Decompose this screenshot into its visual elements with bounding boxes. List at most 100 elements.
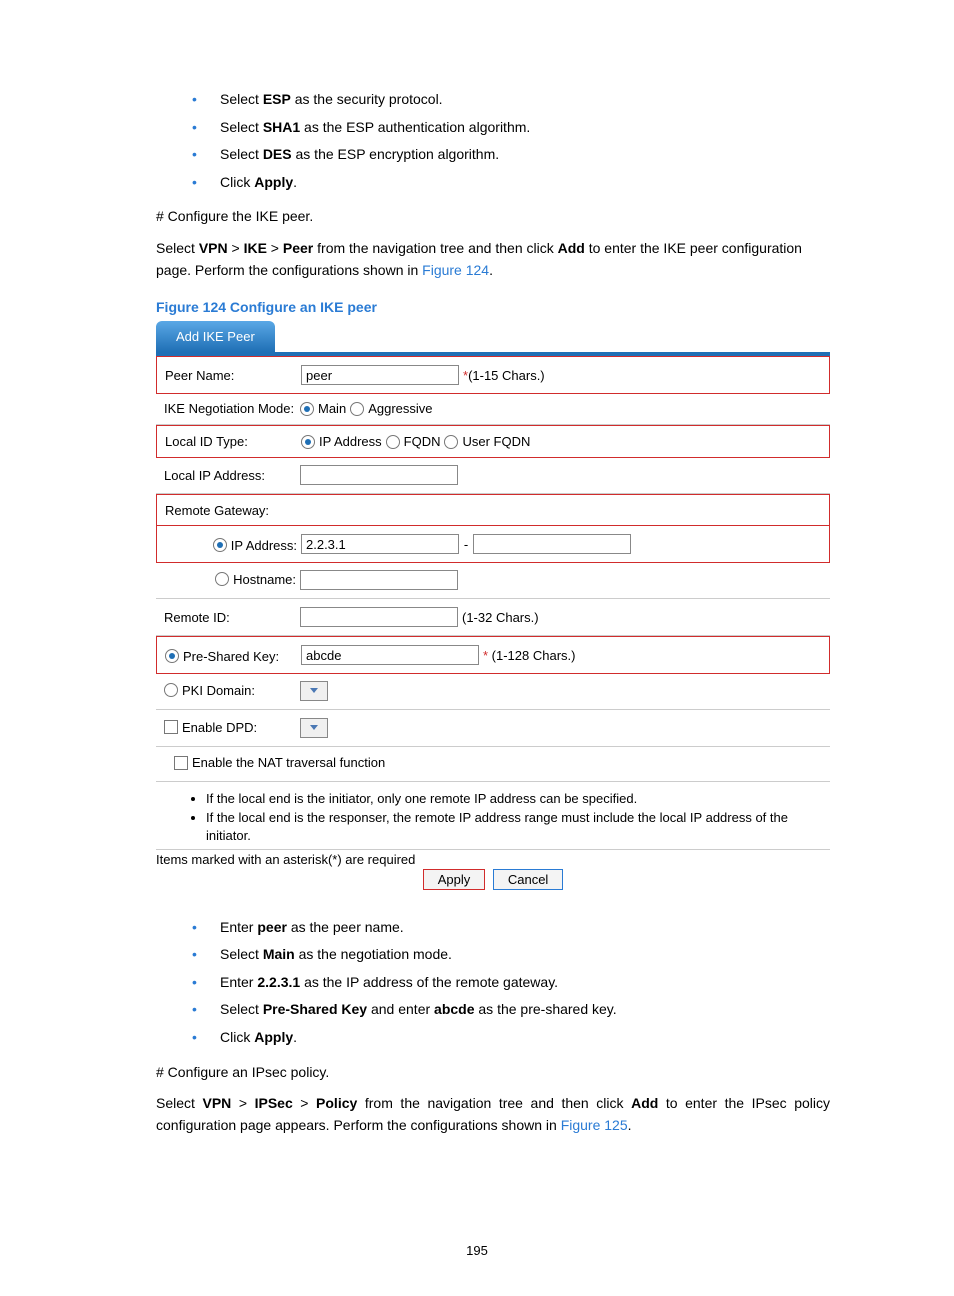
bold: Add [631, 1095, 658, 1111]
remote-id-row: Remote ID: (1-32 Chars.) [156, 599, 830, 636]
pre-shared-key-input[interactable] [301, 645, 479, 665]
page-number: 195 [0, 1243, 954, 1258]
pre-shared-key-row: Pre-Shared Key: * (1-128 Chars.) [156, 636, 830, 674]
configure-ike-peer-heading: # Configure the IKE peer. [156, 206, 830, 228]
text: as the pre-shared key. [475, 1001, 617, 1017]
cancel-button[interactable]: Cancel [493, 869, 563, 890]
remote-gateway-header-row: Remote Gateway: [156, 494, 830, 526]
peer-name-row: Peer Name: *(1-15 Chars.) [156, 356, 830, 394]
list-item: Select Pre-Shared Key and enter abcde as… [192, 1000, 830, 1020]
radio-label: Aggressive [368, 401, 432, 416]
text: as the ESP authentication algorithm. [300, 119, 530, 135]
negotiation-main-radio[interactable]: Main [300, 401, 346, 416]
list-item: Enter peer as the peer name. [192, 918, 830, 938]
local-ip-address-input[interactable] [300, 465, 458, 485]
remote-ip-input-start[interactable] [301, 534, 459, 554]
remote-id-input[interactable] [300, 607, 458, 627]
checkbox-icon [164, 720, 178, 734]
bold: Apply [254, 1029, 293, 1045]
ike-negotiation-mode-label: IKE Negotiation Mode: [164, 401, 300, 416]
intro1-list: Select ESP as the security protocol. Sel… [156, 90, 830, 192]
bold: ESP [263, 91, 291, 107]
pki-domain-radio[interactable]: PKI Domain: [164, 683, 300, 701]
list-item: Enter 2.2.3.1 as the IP address of the r… [192, 973, 830, 993]
intro2-list: Enter peer as the peer name. Select Main… [156, 918, 830, 1048]
apply-button[interactable]: Apply [423, 869, 486, 890]
bold: Policy [316, 1095, 357, 1111]
figure-link[interactable]: Figure 124 [422, 262, 489, 278]
text: Click [220, 174, 254, 190]
bold: abcde [434, 1001, 474, 1017]
radio-label: Hostname: [233, 572, 296, 587]
text: . [293, 174, 297, 190]
range-dash: - [459, 537, 473, 552]
radio-icon [350, 402, 364, 416]
hostname-radio[interactable]: Hostname: [164, 572, 300, 590]
text: and enter [367, 1001, 434, 1017]
text: > [228, 240, 244, 256]
radio-icon [215, 572, 229, 586]
localid-userfqdn-radio[interactable]: User FQDN [444, 434, 530, 449]
localid-ipaddress-radio[interactable]: IP Address [301, 434, 382, 449]
radio-icon [165, 649, 179, 663]
local-id-type-label: Local ID Type: [165, 434, 301, 449]
list-item: Select SHA1 as the ESP authentication al… [192, 118, 830, 138]
checkbox-icon [174, 756, 188, 770]
remote-id-label: Remote ID: [164, 610, 300, 625]
radio-label: User FQDN [462, 434, 530, 449]
localid-fqdn-radio[interactable]: FQDN [386, 434, 441, 449]
pre-shared-key-radio[interactable]: Pre-Shared Key: [165, 647, 301, 664]
text: Select [220, 146, 263, 162]
radio-label: Main [318, 401, 346, 416]
enable-dpd-row: Enable DPD: [156, 710, 830, 747]
remote-ip-radio[interactable]: IP Address: [165, 536, 301, 553]
negotiation-aggressive-radio[interactable]: Aggressive [350, 401, 432, 416]
configure-ipsec-heading: # Configure an IPsec policy. [156, 1062, 830, 1084]
bold: peer [257, 919, 287, 935]
bold: VPN [202, 1095, 231, 1111]
text: as the IP address of the remote gateway. [300, 974, 558, 990]
dpd-select[interactable] [300, 718, 328, 738]
radio-label: IP Address [319, 434, 382, 449]
hostname-input[interactable] [300, 570, 458, 590]
add-ike-peer-tab[interactable]: Add IKE Peer [156, 321, 275, 352]
hint-text: (1-15 Chars.) [468, 368, 545, 383]
enable-nat-checkbox[interactable]: Enable the NAT traversal function [164, 755, 389, 773]
local-ip-address-row: Local IP Address: [156, 457, 830, 494]
pki-domain-row: PKI Domain: [156, 673, 830, 710]
radio-icon [164, 683, 178, 697]
figure-link[interactable]: Figure 125 [561, 1117, 628, 1133]
checkbox-label: Enable the NAT traversal function [192, 755, 385, 770]
peer-name-label: Peer Name: [165, 368, 301, 383]
bold: Pre-Shared Key [263, 1001, 367, 1017]
button-bar: Apply Cancel [156, 869, 830, 890]
text: as the negotiation mode. [295, 946, 452, 962]
enable-dpd-checkbox[interactable]: Enable DPD: [164, 720, 300, 738]
figure-124: Add IKE Peer Peer Name: *(1-15 Chars.) I… [156, 321, 830, 889]
required-note: Items marked with an asterisk(*) are req… [156, 849, 830, 867]
text: Select [220, 91, 263, 107]
note-item: If the local end is the responser, the r… [206, 809, 830, 844]
hostname-row: Hostname: [156, 562, 830, 599]
bold: DES [263, 146, 292, 162]
remote-ip-input-end[interactable] [473, 534, 631, 554]
peer-name-hint: *(1-15 Chars.) [463, 368, 545, 383]
text: Select [220, 1001, 263, 1017]
peer-name-input[interactable] [301, 365, 459, 385]
bold: IPSec [255, 1095, 293, 1111]
note-item: If the local end is the initiator, only … [206, 790, 830, 808]
text: from the navigation tree and then click [313, 240, 557, 256]
radio-label: IP Address: [231, 538, 297, 553]
ipsec-instructions: Select VPN > IPSec > Policy from the nav… [156, 1093, 830, 1136]
ike-negotiation-mode-row: IKE Negotiation Mode: Main Aggressive [156, 393, 830, 425]
text: . [293, 1029, 297, 1045]
enable-nat-row: Enable the NAT traversal function [156, 747, 830, 782]
list-item: Select DES as the ESP encryption algorit… [192, 145, 830, 165]
checkbox-label: Enable DPD: [182, 720, 257, 735]
list-item: Click Apply. [192, 173, 830, 193]
radio-icon [301, 435, 315, 449]
bold: Add [558, 240, 585, 256]
bold: Peer [283, 240, 313, 256]
pki-domain-select[interactable] [300, 681, 328, 701]
remote-gateway-label: Remote Gateway: [165, 503, 301, 518]
